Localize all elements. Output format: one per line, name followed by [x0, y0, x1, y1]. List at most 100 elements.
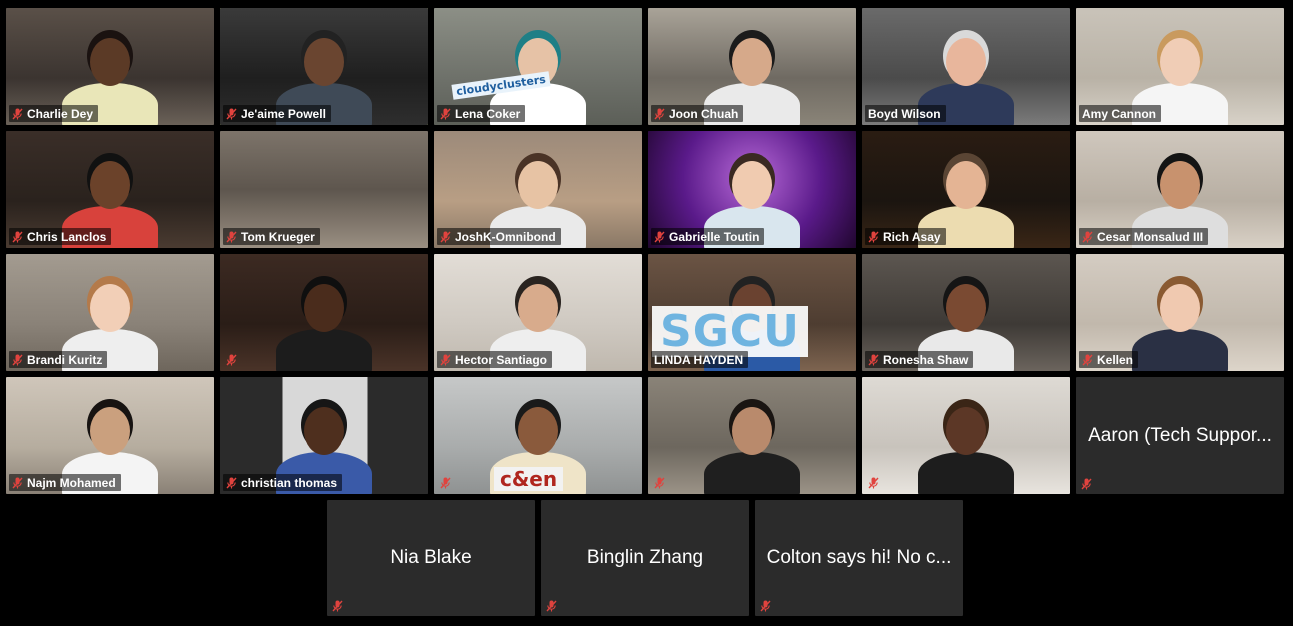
- participant-face: [304, 284, 344, 332]
- participant-face: [90, 407, 130, 455]
- participant-tile[interactable]: Boyd Wilson: [862, 8, 1070, 125]
- mic-muted-icon: [12, 108, 23, 120]
- participant-name-tag: Je'aime Powell: [223, 105, 331, 122]
- participant-name: JoshK-Omnibond: [455, 229, 556, 244]
- participant-tile[interactable]: JoshK-Omnibond: [434, 131, 642, 248]
- participant-name: LINDA HAYDEN: [654, 352, 744, 367]
- participant-name: Kellen: [1097, 352, 1134, 367]
- participant-name: Je'aime Powell: [241, 106, 326, 121]
- participant-display-name: Nia Blake: [390, 547, 472, 568]
- participant-tile[interactable]: Aaron (Tech Suppor...: [1076, 377, 1284, 494]
- participant-face: [518, 284, 558, 332]
- participant-tile[interactable]: christian thomas: [220, 377, 428, 494]
- participant-display-name: Colton says hi! No c...: [766, 547, 952, 568]
- mic-muted-icon: [440, 354, 451, 366]
- participant-name: Gabrielle Toutin: [669, 229, 760, 244]
- participant-torso: [1132, 329, 1228, 371]
- participant-tile[interactable]: SGCU LINDA HAYDEN: [648, 254, 856, 371]
- participant-tile[interactable]: Tom Krueger: [220, 131, 428, 248]
- participant-name-tag: Ronesha Shaw: [865, 351, 974, 368]
- participant-name-tag: JoshK-Omnibond: [437, 228, 561, 245]
- participant-name: Chris Lanclos: [27, 229, 107, 244]
- participant-name: Charlie Dey: [27, 106, 94, 121]
- participant-tile[interactable]: [220, 254, 428, 371]
- mic-muted-icon: [1081, 478, 1092, 490]
- mic-muted-icon: [440, 108, 451, 120]
- participant-name-tag: Boyd Wilson: [865, 105, 946, 122]
- participant-name: Cesar Monsalud III: [1097, 229, 1204, 244]
- mic-muted-icon: [226, 477, 237, 489]
- participant-name: Lena Coker: [455, 106, 521, 121]
- participant-face: [90, 38, 130, 86]
- participant-name-tag: [223, 351, 246, 368]
- participant-tile[interactable]: Hector Santiago: [434, 254, 642, 371]
- participant-name: Najm Mohamed: [27, 475, 116, 490]
- participant-name-tag: Rich Asay: [865, 228, 946, 245]
- held-sign: SGCU: [652, 306, 808, 357]
- mic-muted-icon: [654, 477, 665, 489]
- participant-face: [732, 407, 772, 455]
- participant-tile[interactable]: Najm Mohamed: [6, 377, 214, 494]
- mic-muted-icon: [1082, 231, 1093, 243]
- participant-name: Hector Santiago: [455, 352, 548, 367]
- mic-muted-icon: [440, 477, 451, 489]
- participant-name-tag: Brandi Kuritz: [9, 351, 108, 368]
- participant-face: [946, 284, 986, 332]
- participant-name-tag: Kellen: [1079, 351, 1139, 368]
- participant-name-tag: christian thomas: [223, 474, 343, 491]
- mic-muted-icon: [12, 477, 23, 489]
- participant-name: Ronesha Shaw: [883, 352, 969, 367]
- mic-muted-icon: [868, 354, 879, 366]
- participant-torso: [276, 329, 372, 371]
- participant-name: Rich Asay: [883, 229, 941, 244]
- participant-tile-video-off[interactable]: Nia Blake: [327, 500, 535, 616]
- participant-tile[interactable]: Kellen: [1076, 254, 1284, 371]
- participant-tile-video-off[interactable]: Binglin Zhang: [541, 500, 749, 616]
- participant-tile[interactable]: Je'aime Powell: [220, 8, 428, 125]
- mic-muted-icon: [226, 108, 237, 120]
- participant-name-tag: Tom Krueger: [223, 228, 320, 245]
- participant-name: Amy Cannon: [1082, 106, 1157, 121]
- mic-muted-icon: [868, 477, 879, 489]
- participant-face: [946, 38, 986, 86]
- participant-display-name: Binglin Zhang: [586, 547, 704, 568]
- participant-face: [518, 161, 558, 209]
- mic-muted-icon: [12, 231, 23, 243]
- participant-name: Boyd Wilson: [868, 106, 941, 121]
- participant-tile[interactable]: Amy Cannon: [1076, 8, 1284, 125]
- participant-tile[interactable]: Brandi Kuritz: [6, 254, 214, 371]
- mic-muted-icon: [868, 231, 879, 243]
- participant-tile[interactable]: Ronesha Shaw: [862, 254, 1070, 371]
- participant-face: [732, 38, 772, 86]
- participant-face: [1160, 284, 1200, 332]
- participant-name-tag: [865, 474, 888, 491]
- participant-video-feed: [862, 377, 1070, 494]
- participant-tile[interactable]: cloudyclusters Lena Coker: [434, 8, 642, 125]
- participant-video-feed: [648, 377, 856, 494]
- participant-tile[interactable]: Joon Chuah: [648, 8, 856, 125]
- participant-tile[interactable]: Rich Asay: [862, 131, 1070, 248]
- participant-face: [732, 161, 772, 209]
- participant-tile[interactable]: [862, 377, 1070, 494]
- participant-tile[interactable]: Chris Lanclos: [6, 131, 214, 248]
- participant-name: christian thomas: [241, 475, 338, 490]
- participant-face: [518, 407, 558, 455]
- participant-video-feed: c&en: [434, 377, 642, 494]
- participant-face: [304, 38, 344, 86]
- mic-muted-icon: [226, 231, 237, 243]
- participant-name-tag: Charlie Dey: [9, 105, 99, 122]
- participant-tile[interactable]: Charlie Dey: [6, 8, 214, 125]
- participant-tile[interactable]: Cesar Monsalud III: [1076, 131, 1284, 248]
- participant-tile[interactable]: Gabrielle Toutin: [648, 131, 856, 248]
- participant-name: Brandi Kuritz: [27, 352, 103, 367]
- participant-tile[interactable]: [648, 377, 856, 494]
- participant-name: Tom Krueger: [241, 229, 315, 244]
- participant-face: [946, 407, 986, 455]
- mic-muted-icon: [760, 600, 771, 612]
- participant-torso: [704, 452, 800, 494]
- participant-tile-video-off[interactable]: Colton says hi! No c...: [755, 500, 963, 616]
- mic-muted-icon: [546, 600, 557, 612]
- participant-display-name: Aaron (Tech Suppor...: [1088, 424, 1272, 446]
- participant-tile[interactable]: c&en: [434, 377, 642, 494]
- participant-name-tag: Najm Mohamed: [9, 474, 121, 491]
